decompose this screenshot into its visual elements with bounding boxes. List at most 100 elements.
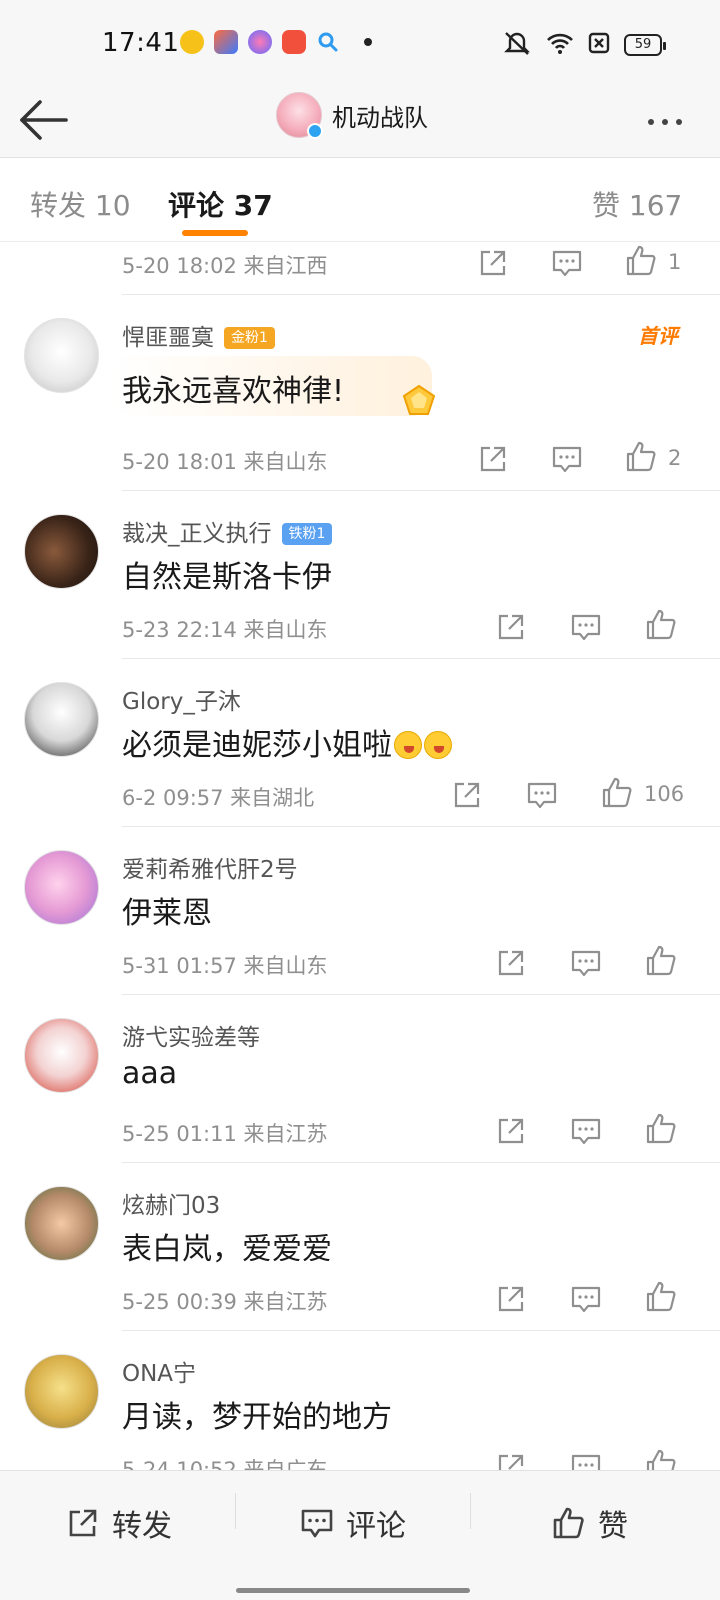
game-icon: [282, 30, 306, 54]
home-indicator[interactable]: [236, 1588, 470, 1593]
share-icon[interactable]: [476, 246, 510, 280]
reply-icon[interactable]: [550, 246, 584, 280]
like-button[interactable]: 赞: [552, 1501, 628, 1545]
comment-meta: 6-2 09:57 来自湖北: [122, 786, 315, 810]
gold-fan-badge: 金粉1: [224, 327, 275, 349]
comment-meta: 5-20 18:01 来自山东: [122, 450, 328, 474]
comment-username[interactable]: ONA宁: [122, 1354, 196, 1388]
share-icon[interactable]: [476, 442, 510, 476]
comment-text: 月读，梦开始的地方: [122, 1400, 392, 1435]
divider: [122, 658, 720, 659]
tab-bar: 转发 10 评论 37 赞 167: [0, 158, 720, 242]
like-icon[interactable]: [600, 776, 634, 810]
divider: [122, 1162, 720, 1163]
reply-icon[interactable]: [569, 1114, 603, 1148]
share-icon[interactable]: [450, 778, 484, 812]
user-avatar[interactable]: [24, 514, 99, 589]
comment-text: 表白岚，爱爱爱: [122, 1232, 332, 1267]
more-dot-icon: [648, 119, 654, 125]
comment-label: 评论: [346, 1509, 406, 1544]
comment-username[interactable]: Glory_子沐: [122, 682, 241, 716]
comment-text: 伊莱恩: [122, 896, 212, 931]
notification-dot: [364, 38, 372, 46]
separator: [470, 1493, 471, 1529]
repost-button[interactable]: 转发: [66, 1501, 172, 1545]
more-dot-icon: [676, 119, 682, 125]
back-button[interactable]: [14, 94, 74, 150]
comment-text: 必须是迪妮莎小姐啦: [122, 720, 452, 764]
comment-username[interactable]: 悍匪噩寞 金粉1: [122, 318, 275, 352]
share-icon: [69, 1509, 97, 1537]
active-tab-indicator: [182, 230, 248, 236]
user-avatar[interactable]: [24, 1354, 99, 1429]
crying-emoji-icon: [394, 731, 422, 759]
comment-meta: 5-23 22:14 来自山东: [122, 618, 328, 642]
reply-icon[interactable]: [569, 1450, 603, 1470]
shortcut-icon: [214, 30, 238, 54]
reply-icon[interactable]: [569, 1282, 603, 1316]
weibo-icon: [180, 30, 204, 54]
bottom-action-bar: 转发 评论 赞: [0, 1470, 720, 1600]
comment-username[interactable]: 游弋实验差等: [122, 1018, 260, 1052]
back-arrow-icon: [20, 100, 68, 140]
reply-icon[interactable]: [569, 946, 603, 980]
comment-text-content: 必须是迪妮莎小姐啦: [122, 728, 392, 763]
wifi-icon: [546, 31, 574, 59]
page-title: 机动战队: [332, 103, 428, 132]
like-icon[interactable]: [644, 1280, 678, 1314]
title-bar: 机动战队: [0, 88, 720, 158]
comment-meta: 5-25 00:39 来自江苏: [122, 1290, 328, 1314]
reply-icon[interactable]: [569, 610, 603, 644]
like-count: 106: [644, 782, 685, 806]
user-avatar[interactable]: [24, 1186, 99, 1261]
comment-meta: 5-31 01:57 来自山东: [122, 954, 328, 978]
comment-text: 我永远喜欢神律!: [122, 374, 345, 409]
search-app-icon: [316, 30, 340, 54]
separator: [235, 1493, 236, 1529]
reply-icon[interactable]: [525, 778, 559, 812]
like-icon[interactable]: [644, 1448, 678, 1470]
comment-text: aaa: [122, 1056, 178, 1091]
username-text: 裁决_正义执行: [122, 521, 272, 547]
user-avatar[interactable]: [24, 318, 99, 393]
mute-icon: [502, 30, 532, 60]
title-account[interactable]: 机动战队: [276, 92, 428, 139]
share-icon[interactable]: [494, 1114, 528, 1148]
divider: [122, 994, 720, 995]
like-label: 赞: [598, 1509, 628, 1544]
user-avatar[interactable]: [24, 1018, 99, 1093]
username-text: 悍匪噩寞: [122, 325, 214, 351]
divider: [122, 1330, 720, 1331]
reply-icon[interactable]: [550, 442, 584, 476]
like-icon[interactable]: [624, 244, 658, 278]
share-icon[interactable]: [494, 610, 528, 644]
user-avatar[interactable]: [24, 682, 99, 757]
divider: [122, 294, 720, 295]
status-bar: 17:41 59: [0, 0, 720, 88]
tab-likes[interactable]: 赞 167: [592, 184, 682, 224]
user-avatar[interactable]: [24, 850, 99, 925]
share-icon[interactable]: [494, 1282, 528, 1316]
share-icon[interactable]: [494, 1450, 528, 1470]
tab-comments[interactable]: 评论 37: [168, 184, 273, 224]
crying-emoji-icon: [424, 731, 452, 759]
comment-icon: [301, 1509, 333, 1538]
first-comment-tag: 首评: [638, 324, 678, 348]
share-icon[interactable]: [494, 946, 528, 980]
comment-meta: 5-20 18:02 来自江西: [122, 254, 328, 278]
like-icon[interactable]: [644, 1112, 678, 1146]
comment-username[interactable]: 炫赫门03: [122, 1186, 220, 1220]
comment-username[interactable]: 裁决_正义执行 铁粉1: [122, 514, 333, 548]
repost-label: 转发: [112, 1509, 172, 1544]
comment-meta: 5-25 01:11 来自江苏: [122, 1122, 328, 1146]
status-app-icons: [180, 30, 372, 54]
like-icon[interactable]: [644, 944, 678, 978]
comment-username[interactable]: 爱莉希雅代肝2号: [122, 850, 298, 884]
more-options-button[interactable]: [640, 104, 690, 140]
like-icon[interactable]: [644, 608, 678, 642]
account-avatar[interactable]: [276, 92, 323, 139]
comment-text: 自然是斯洛卡伊: [122, 560, 332, 595]
tab-repost[interactable]: 转发 10: [30, 184, 131, 224]
like-icon[interactable]: [624, 440, 658, 474]
comment-button[interactable]: 评论: [300, 1501, 406, 1545]
